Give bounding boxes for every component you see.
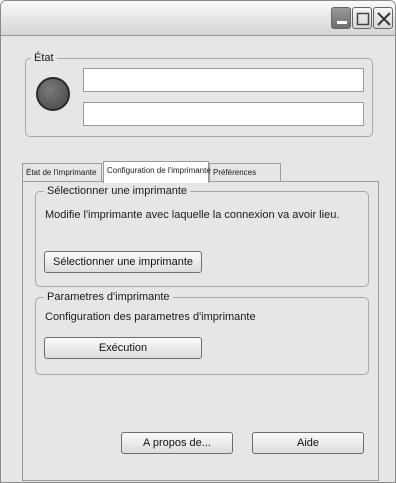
help-button[interactable]: Aide (252, 432, 364, 454)
tab-panel-configuration: Sélectionner une imprimante Modifie l'im… (22, 181, 379, 481)
select-printer-title: Sélectionner une imprimante (44, 184, 191, 198)
status-field-1[interactable] (83, 68, 364, 92)
minimize-button[interactable] (331, 7, 351, 29)
close-button[interactable] (373, 7, 393, 29)
printer-params-group: Parametres d'imprimante Configuration de… (35, 290, 369, 375)
execute-button[interactable]: Exécution (44, 337, 202, 359)
status-field-2[interactable] (83, 102, 364, 126)
printer-params-description: Configuration des parametres d'imprimant… (45, 311, 256, 323)
minimize-icon (337, 21, 347, 24)
maximize-icon (356, 12, 370, 26)
status-group: État (25, 51, 373, 137)
tab-printer-configuration[interactable]: Configuration de l'imprimante (103, 161, 211, 183)
status-group-label: État (31, 51, 57, 65)
printer-params-title: Parametres d'imprimante (44, 290, 173, 304)
tab-bar: État de l'imprimante Configuration de l'… (22, 161, 287, 183)
tab-printer-state[interactable]: État de l'imprimante (22, 163, 102, 182)
title-bar[interactable] (1, 1, 395, 36)
printer-settings-window: État État de l'imprimante Configuration … (0, 0, 396, 483)
about-button[interactable]: A propos de... (121, 432, 233, 454)
status-indicator (36, 77, 70, 111)
select-printer-description: Modifie l'imprimante avec laquelle la co… (45, 209, 340, 221)
maximize-button[interactable] (352, 7, 372, 29)
close-icon (377, 12, 391, 26)
select-printer-button[interactable]: Sélectionner une imprimante (44, 251, 202, 273)
tab-preferences[interactable]: Préférences (209, 163, 281, 182)
select-printer-group: Sélectionner une imprimante Modifie l'im… (35, 184, 369, 287)
